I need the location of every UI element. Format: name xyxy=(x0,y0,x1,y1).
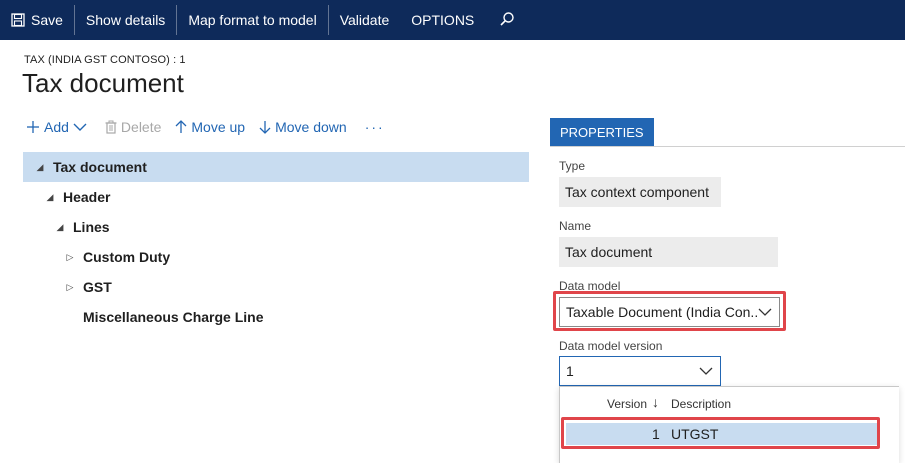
sort-descending-icon: ↓ xyxy=(652,394,659,410)
move-down-label: Move down xyxy=(275,119,347,135)
action-bar: Save Show details Map format to model Va… xyxy=(0,0,905,40)
show-details-button[interactable]: Show details xyxy=(75,0,176,40)
page-title: Tax document xyxy=(22,68,184,98)
search-icon xyxy=(499,11,515,30)
tree-node-miscellaneous-charge-line[interactable]: Miscellaneous Charge Line xyxy=(23,302,529,332)
data-model-value: Taxable Document (India Con... xyxy=(566,304,757,320)
plus-icon xyxy=(26,120,40,134)
format-tree: ◢ Tax document ◢ Header ◢ Lines ▷ Custom… xyxy=(23,152,529,332)
tree-toolbar: Add Delete Move up Move down ··· xyxy=(26,116,385,138)
type-label: Type xyxy=(559,159,586,173)
tree-node-label: Tax document xyxy=(53,159,147,175)
chevron-down-icon xyxy=(757,304,773,320)
dropdown-row-highlight xyxy=(561,417,880,449)
chevron-down-icon xyxy=(698,363,714,379)
tree-node-label: Miscellaneous Charge Line xyxy=(83,309,264,325)
tree-node-label: Lines xyxy=(73,219,110,235)
tree-node-header[interactable]: ◢ Header xyxy=(23,182,529,212)
move-up-button[interactable]: Move up xyxy=(175,119,245,135)
map-format-to-model-button[interactable]: Map format to model xyxy=(177,0,327,40)
validate-button[interactable]: Validate xyxy=(329,0,401,40)
column-header-version[interactable]: Version xyxy=(607,397,647,411)
floppy-disk-icon xyxy=(11,13,25,27)
arrow-up-icon xyxy=(175,120,187,134)
collapsed-caret-icon[interactable]: ▷ xyxy=(63,252,77,263)
tree-node-label: GST xyxy=(83,279,112,295)
move-up-label: Move up xyxy=(191,119,246,135)
tree-node-lines[interactable]: ◢ Lines xyxy=(23,212,529,242)
save-button[interactable]: Save xyxy=(0,0,74,40)
expanded-caret-icon[interactable]: ◢ xyxy=(43,192,57,203)
column-header-description[interactable]: Description xyxy=(671,397,731,411)
arrow-down-icon xyxy=(259,120,271,134)
expanded-caret-icon[interactable]: ◢ xyxy=(33,162,47,173)
delete-label: Delete xyxy=(120,119,162,135)
data-model-version-value: 1 xyxy=(566,363,574,379)
chevron-down-icon xyxy=(73,122,87,132)
tree-node-custom-duty[interactable]: ▷ Custom Duty xyxy=(23,242,529,272)
type-field: Tax context component xyxy=(559,177,721,207)
trash-icon xyxy=(105,120,117,134)
collapsed-caret-icon[interactable]: ▷ xyxy=(63,282,77,293)
expanded-caret-icon[interactable]: ◢ xyxy=(53,222,67,233)
save-label: Save xyxy=(31,12,63,28)
add-button[interactable]: Add xyxy=(26,119,91,135)
tree-node-label: Header xyxy=(63,189,111,205)
dropdown-header: Version ↓ Description xyxy=(560,387,899,421)
breadcrumb: TAX (INDIA GST CONTOSO) : 1 xyxy=(24,54,186,66)
delete-button[interactable]: Delete xyxy=(105,119,161,135)
tree-node-tax-document[interactable]: ◢ Tax document xyxy=(23,152,529,182)
name-field[interactable]: Tax document xyxy=(559,237,778,267)
tab-divider xyxy=(550,146,905,147)
search-button[interactable] xyxy=(485,0,529,40)
tree-node-label: Custom Duty xyxy=(83,249,171,265)
add-label: Add xyxy=(44,119,69,135)
data-model-select[interactable]: Taxable Document (India Con... xyxy=(559,297,780,327)
name-label: Name xyxy=(559,219,592,233)
data-model-version-select[interactable]: 1 xyxy=(559,356,721,386)
options-button[interactable]: OPTIONS xyxy=(400,0,485,40)
move-down-button[interactable]: Move down xyxy=(259,119,347,135)
tab-properties[interactable]: PROPERTIES xyxy=(550,118,654,146)
more-options-button[interactable]: ··· xyxy=(365,119,385,135)
data-model-version-label: Data model version xyxy=(559,339,663,353)
tree-node-gst[interactable]: ▷ GST xyxy=(23,272,529,302)
